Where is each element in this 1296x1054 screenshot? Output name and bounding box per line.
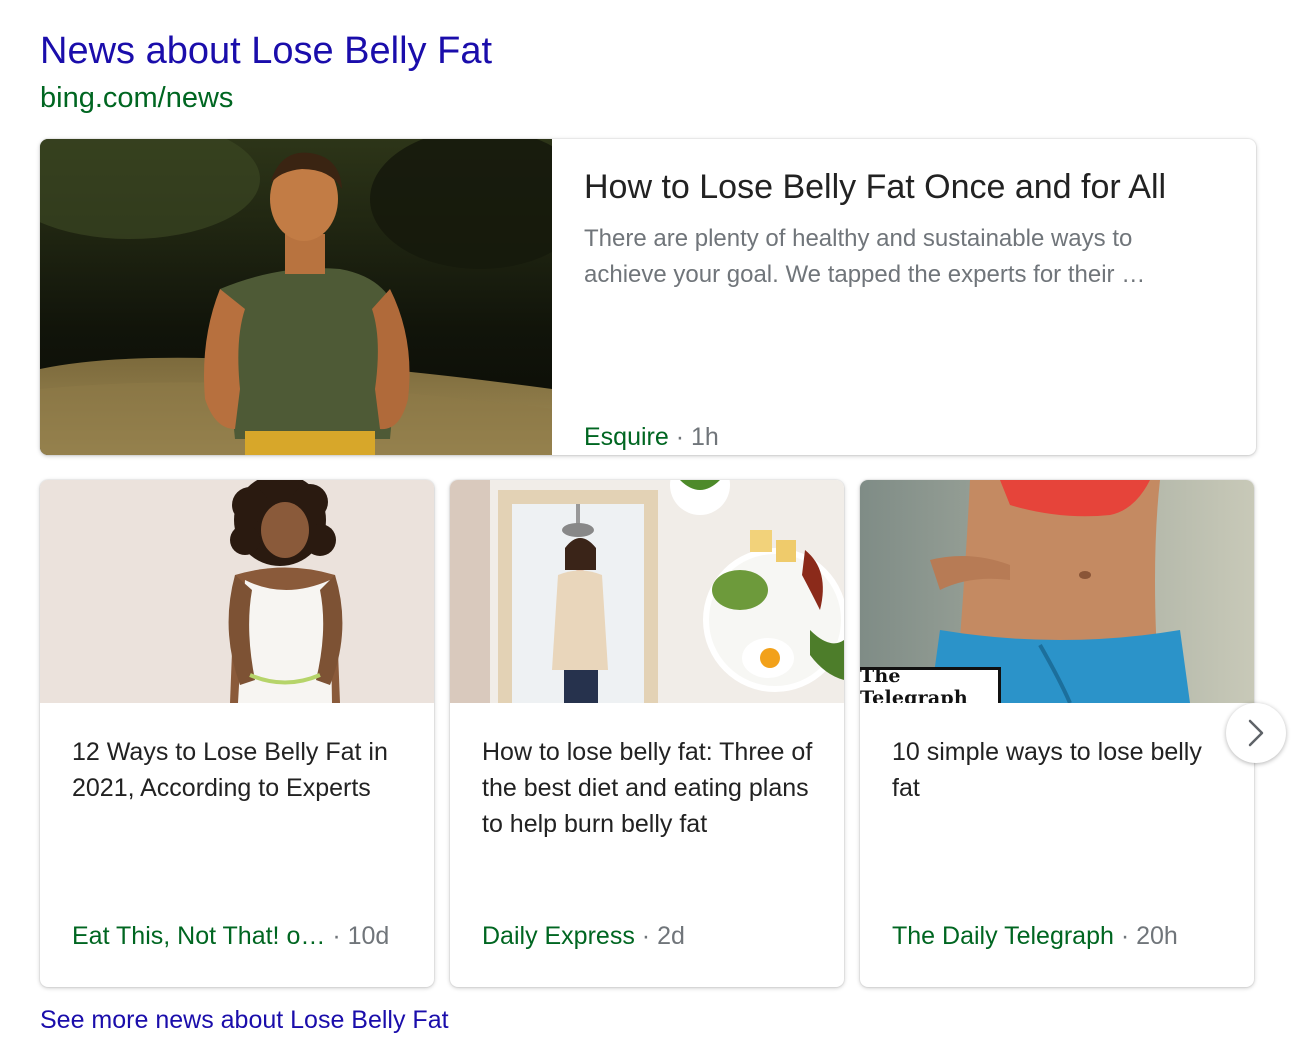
news-card-source: Daily Express (482, 922, 635, 950)
source-url: bing.com/news (40, 82, 234, 114)
meta-separator: · (1120, 922, 1130, 950)
featured-age: 1h (691, 423, 719, 451)
featured-body: How to Lose Belly Fat Once and for All T… (584, 165, 1232, 455)
news-card-meta: The Daily Telegraph · 20h (892, 920, 1178, 952)
featured-news-card[interactable]: How to Lose Belly Fat Once and for All T… (40, 139, 1256, 455)
meta-separator: · (641, 922, 651, 950)
meta-separator: · (675, 423, 685, 451)
news-card-title[interactable]: 12 Ways to Lose Belly Fat in 2021, Accor… (72, 734, 412, 806)
news-card-age: 10d (347, 922, 390, 950)
news-card[interactable]: The Telegraph 10 simple ways to lose bel… (860, 480, 1254, 987)
featured-source: Esquire (584, 423, 669, 451)
news-card-image[interactable]: The Telegraph (860, 480, 1254, 703)
news-heading-link[interactable]: News about Lose Belly Fat (40, 28, 492, 74)
news-card-image[interactable] (40, 480, 434, 703)
telegraph-logo: The Telegraph (860, 665, 1001, 703)
news-card-source: Eat This, Not That! o… (72, 922, 326, 950)
news-card-meta: Eat This, Not That! o… · 10d (72, 920, 389, 952)
news-card-meta: Daily Express · 2d (482, 920, 685, 952)
news-card-age: 20h (1136, 922, 1178, 950)
carousel-next-button[interactable] (1226, 703, 1286, 763)
news-card-source: The Daily Telegraph (892, 922, 1114, 950)
featured-image[interactable] (40, 139, 552, 455)
news-card-image[interactable] (450, 480, 844, 703)
news-card[interactable]: 12 Ways to Lose Belly Fat in 2021, Accor… (40, 480, 434, 987)
news-card-age: 2d (657, 922, 685, 950)
see-more-news-link[interactable]: See more news about Lose Belly Fat (40, 1004, 449, 1036)
featured-snippet: There are plenty of healthy and sustaina… (584, 225, 1146, 288)
meta-separator: · (332, 922, 341, 950)
featured-meta: Esquire · 1h (584, 421, 719, 453)
news-card-title[interactable]: How to lose belly fat: Three of the best… (482, 734, 822, 842)
news-card[interactable]: How to lose belly fat: Three of the best… (450, 480, 844, 987)
featured-title[interactable]: How to Lose Belly Fat Once and for All (584, 165, 1232, 209)
news-card-title[interactable]: 10 simple ways to lose belly fat (892, 734, 1232, 806)
chevron-right-icon (1248, 719, 1264, 747)
